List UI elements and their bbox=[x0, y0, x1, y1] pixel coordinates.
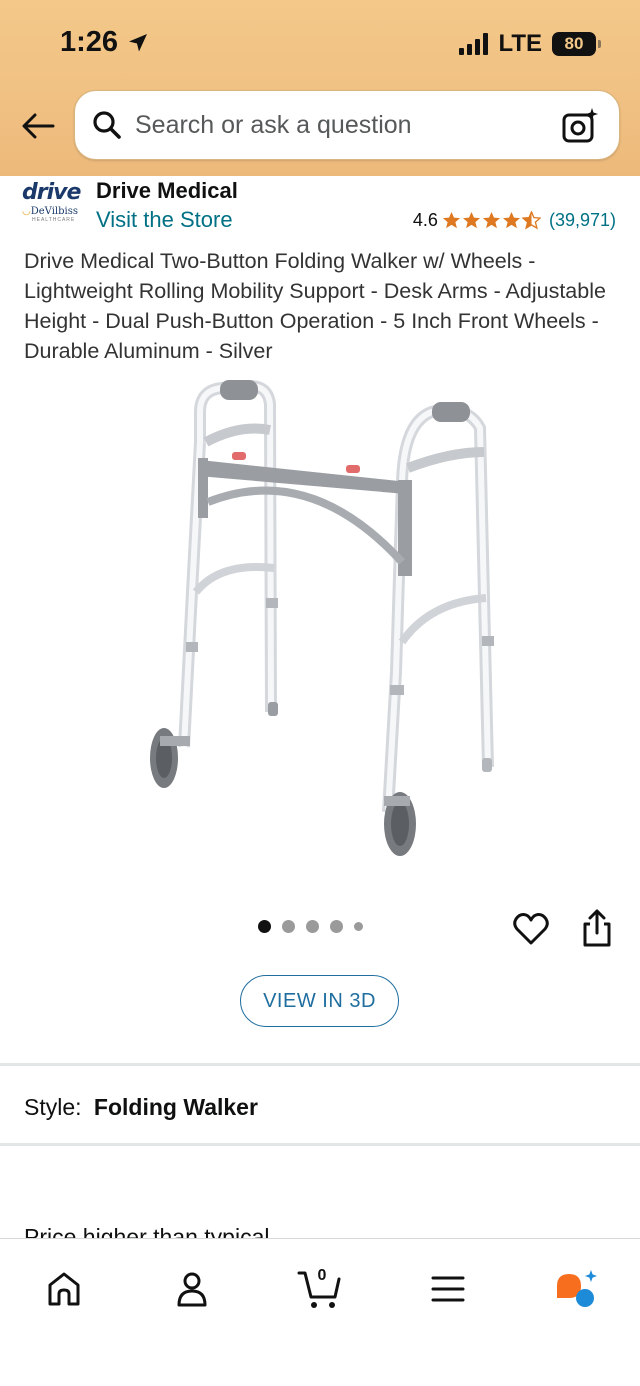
style-value: Folding Walker bbox=[93, 1094, 258, 1120]
battery-level: 80 bbox=[564, 34, 584, 53]
bottom-nav: 0 bbox=[0, 1238, 640, 1386]
back-arrow-icon bbox=[22, 113, 55, 139]
status-indicators: LTE 80 bbox=[459, 30, 601, 58]
logo-drive-text: drive bbox=[22, 180, 81, 205]
nav-account[interactable] bbox=[162, 1259, 222, 1319]
status-time: 1:26 bbox=[60, 26, 150, 59]
image-carousel-dots[interactable] bbox=[258, 920, 363, 933]
time-text: 1:26 bbox=[60, 26, 119, 58]
star-half-icon bbox=[521, 211, 541, 230]
carousel-dot[interactable] bbox=[330, 920, 343, 933]
menu-icon bbox=[431, 1276, 465, 1302]
nav-home[interactable] bbox=[34, 1259, 94, 1319]
carousel-dot[interactable] bbox=[282, 920, 295, 933]
visit-store-link[interactable]: Visit the Store bbox=[96, 207, 233, 233]
brand-name: Drive Medical bbox=[96, 178, 238, 203]
rating-summary[interactable]: 4.6 (39,971) bbox=[413, 210, 616, 231]
style-selector[interactable]: Style: Folding Walker bbox=[24, 1094, 258, 1121]
search-input[interactable] bbox=[135, 110, 535, 140]
carousel-dot[interactable] bbox=[306, 920, 319, 933]
star-icon bbox=[482, 211, 501, 229]
rufus-assistant-icon bbox=[557, 1270, 597, 1307]
status-bar: 1:26 LTE 80 bbox=[0, 0, 640, 88]
review-count[interactable]: (39,971) bbox=[549, 210, 616, 231]
nav-rufus[interactable] bbox=[546, 1259, 606, 1319]
home-icon bbox=[48, 1272, 80, 1306]
logo-devilbiss-text: DeVilbiss bbox=[30, 206, 78, 217]
camera-search-icon[interactable] bbox=[561, 107, 599, 145]
rating-value: 4.6 bbox=[412, 210, 438, 230]
brand-logo[interactable]: drive ◡DeVilbiss HEALTHCARE bbox=[22, 182, 86, 232]
star-rating bbox=[442, 211, 541, 230]
nav-cart[interactable]: 0 bbox=[290, 1259, 350, 1319]
style-label: Style: bbox=[24, 1094, 82, 1120]
folding-walker-image[interactable] bbox=[140, 372, 510, 868]
network-type: LTE bbox=[498, 30, 542, 57]
back-button[interactable] bbox=[18, 106, 58, 146]
star-icon bbox=[462, 211, 481, 229]
search-bar[interactable] bbox=[74, 90, 620, 160]
star-icon bbox=[442, 211, 461, 229]
carousel-dot[interactable] bbox=[258, 920, 271, 933]
share-icon[interactable] bbox=[580, 908, 614, 948]
heart-icon[interactable] bbox=[512, 910, 550, 948]
view-in-3d-button[interactable]: VIEW IN 3D bbox=[240, 975, 399, 1027]
logo-healthcare-text: HEALTHCARE bbox=[32, 217, 76, 223]
section-divider bbox=[0, 1143, 640, 1146]
star-icon bbox=[502, 211, 521, 229]
brand-row: drive ◡DeVilbiss HEALTHCARE Drive Medica… bbox=[0, 176, 640, 236]
account-icon bbox=[177, 1272, 207, 1307]
section-divider bbox=[0, 1063, 640, 1066]
location-arrow-icon bbox=[129, 33, 148, 51]
nav-menu[interactable] bbox=[418, 1259, 478, 1319]
app-header: 1:26 LTE 80 bbox=[0, 0, 640, 176]
signal-icon bbox=[459, 33, 489, 55]
product-title: Drive Medical Two-Button Folding Walker … bbox=[24, 249, 606, 363]
carousel-dot[interactable] bbox=[354, 922, 363, 931]
logo-devilbiss: ◡DeVilbiss bbox=[22, 206, 78, 217]
battery-icon: 80 bbox=[552, 32, 601, 56]
cart-count: 0 bbox=[317, 1267, 327, 1284]
search-icon bbox=[93, 111, 121, 139]
